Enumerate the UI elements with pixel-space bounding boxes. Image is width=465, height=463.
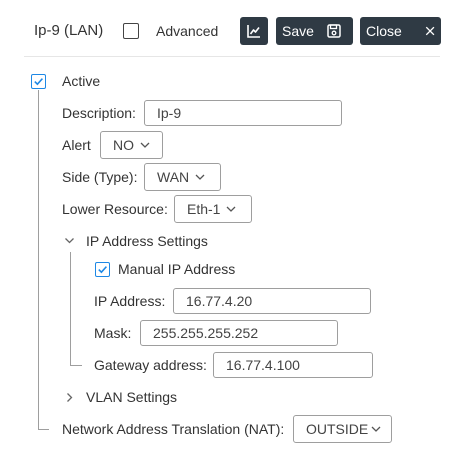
tree-line-ip-settings-end <box>70 365 82 366</box>
nat-select[interactable]: OUTSIDE <box>293 415 392 443</box>
tree-line-ip-settings <box>70 252 71 365</box>
ip-address-input[interactable]: 16.77.4.20 <box>173 288 371 314</box>
alert-label: Alert <box>62 137 91 153</box>
save-button-label: Save <box>282 23 314 39</box>
vlan-settings-section-label[interactable]: VLAN Settings <box>86 388 177 406</box>
gateway-address-input[interactable]: 16.77.4.100 <box>213 352 373 378</box>
side-type-select-value: WAN <box>157 169 190 185</box>
lower-resource-select[interactable]: Eth-1 <box>174 195 252 223</box>
header-divider <box>24 56 440 57</box>
expand-chevron-down-icon[interactable] <box>64 237 75 245</box>
check-icon <box>34 78 43 86</box>
side-type-select[interactable]: WAN <box>144 163 221 191</box>
alert-select[interactable]: NO <box>100 131 163 159</box>
close-button[interactable]: Close <box>360 17 441 45</box>
advanced-label: Advanced <box>156 23 219 39</box>
expand-chevron-right-icon[interactable] <box>66 392 74 403</box>
description-input[interactable]: Ip-9 <box>144 100 342 126</box>
chevron-down-icon <box>140 142 150 148</box>
tree-line-main <box>38 90 39 429</box>
close-icon <box>425 26 435 36</box>
ip-address-label: IP Address: <box>94 293 166 309</box>
check-icon <box>98 266 107 274</box>
side-type-label: Side (Type): <box>62 169 138 185</box>
save-icon <box>327 24 341 38</box>
alert-select-value: NO <box>113 137 134 153</box>
close-button-label: Close <box>366 23 402 39</box>
mask-label: Mask: <box>94 325 132 341</box>
save-button[interactable]: Save <box>276 17 353 45</box>
advanced-checkbox[interactable] <box>123 23 139 39</box>
ip-settings-section-label[interactable]: IP Address Settings <box>86 232 208 250</box>
lower-resource-label: Lower Resource: <box>62 201 168 217</box>
chevron-down-icon <box>227 206 236 212</box>
nat-label: Network Address Translation (NAT): <box>62 421 285 437</box>
lower-resource-select-value: Eth-1 <box>187 201 221 217</box>
nat-select-value: OUTSIDE <box>306 421 369 437</box>
manual-ip-checkbox[interactable] <box>95 262 110 277</box>
chevron-down-icon <box>371 426 381 432</box>
chart-icon <box>247 25 260 38</box>
page-title: Ip-9 (LAN) <box>34 22 104 39</box>
active-checkbox[interactable] <box>31 74 46 89</box>
active-label: Active <box>62 73 101 89</box>
gateway-address-label: Gateway address: <box>94 357 207 373</box>
tree-line-main-end <box>38 429 49 430</box>
mask-input[interactable]: 255.255.255.252 <box>140 320 338 346</box>
description-label: Description: <box>62 105 136 121</box>
chevron-down-icon <box>195 174 205 180</box>
manual-ip-label: Manual IP Address <box>118 261 236 277</box>
chart-button[interactable] <box>240 17 268 45</box>
